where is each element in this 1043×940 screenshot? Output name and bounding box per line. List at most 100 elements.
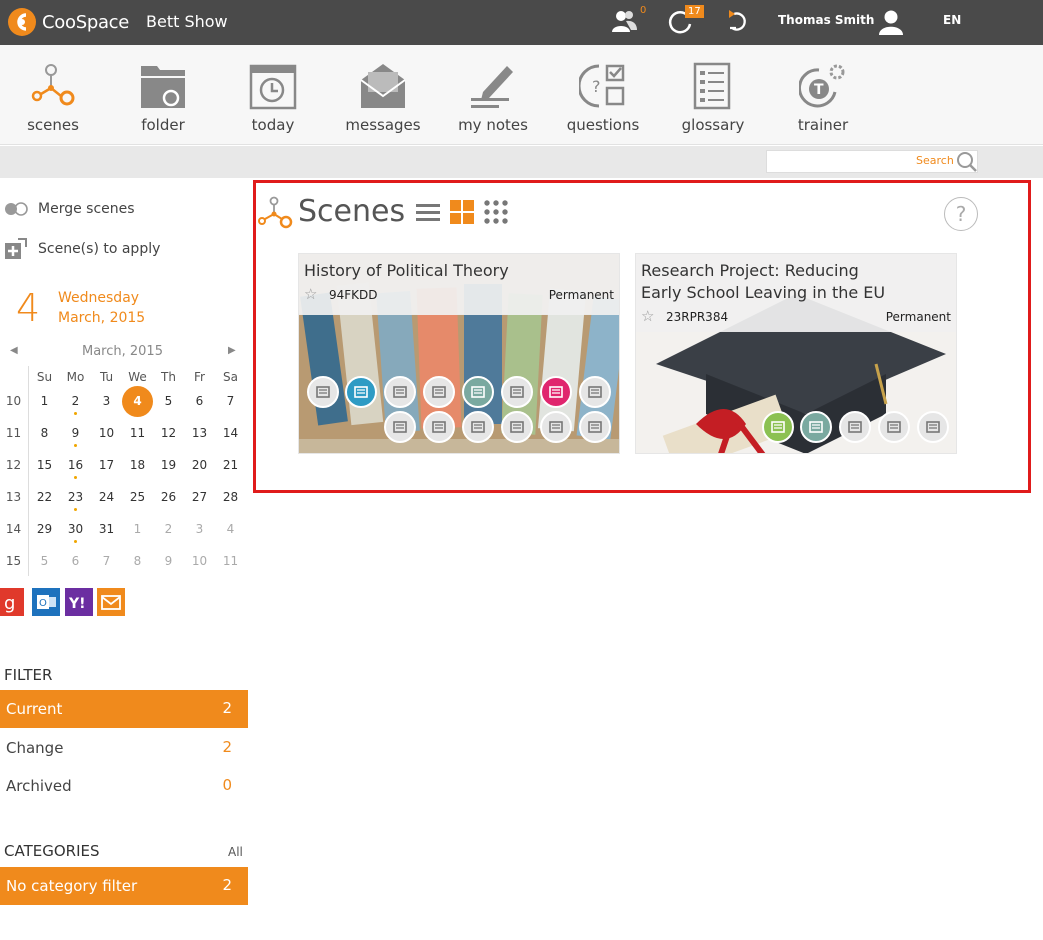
calendar-next-icon[interactable]: ▶ — [228, 345, 236, 356]
tool-today[interactable]: today — [218, 45, 328, 145]
google-calendar-icon[interactable]: g — [0, 588, 24, 616]
calendar-day[interactable]: 30 — [60, 522, 91, 543]
favorite-star-icon[interactable]: ☆ — [641, 307, 654, 325]
scenes-to-apply-link[interactable]: Scene(s) to apply — [4, 237, 160, 261]
category-no-filter[interactable]: No category filter 2 — [0, 867, 248, 905]
calendar-day[interactable]: 4 — [215, 522, 246, 536]
calendar-day[interactable]: 18 — [122, 458, 153, 472]
grid-tool-icon[interactable] — [917, 411, 949, 443]
calendar-day[interactable]: 10 — [184, 554, 215, 568]
calendar-day[interactable]: 11 — [215, 554, 246, 568]
tool-my-notes[interactable]: my notes — [438, 45, 548, 145]
scene-card[interactable]: History of Political Theory ☆ 94FKDD Per… — [298, 253, 620, 454]
calendar-day[interactable]: 19 — [153, 458, 184, 472]
calendar-day[interactable]: 9 — [60, 426, 91, 447]
calendar-day[interactable]: 7 — [91, 554, 122, 568]
glossary-tool-icon[interactable] — [423, 411, 455, 443]
search-icon[interactable] — [956, 151, 978, 173]
calendar-day[interactable]: 17 — [91, 458, 122, 472]
archive-icon[interactable] — [579, 411, 611, 443]
chat-icon[interactable] — [384, 376, 416, 408]
star-tool-icon[interactable] — [462, 411, 494, 443]
email-icon[interactable] — [97, 588, 125, 616]
link-tool-icon[interactable] — [540, 411, 572, 443]
language-selector[interactable]: EN — [943, 13, 961, 27]
calendar-day[interactable]: 22 — [29, 490, 60, 504]
clipboard-icon[interactable] — [384, 411, 416, 443]
updates-badge: 17 — [685, 5, 704, 18]
calendar-day[interactable]: 23 — [60, 490, 91, 511]
calendar-day[interactable]: 25 — [122, 490, 153, 504]
updates-button[interactable]: 17 — [666, 5, 704, 36]
calendar-day[interactable]: 3 — [184, 522, 215, 536]
tasks-icon[interactable] — [501, 411, 533, 443]
filter-archived[interactable]: Archived 0 — [0, 767, 248, 805]
tool-glossary[interactable]: glossary — [658, 45, 768, 145]
calendar-day[interactable]: 1 — [122, 522, 153, 536]
card-title[interactable]: History of Political Theory — [304, 260, 509, 282]
calendar-day[interactable]: 27 — [184, 490, 215, 504]
calendar-day[interactable]: 8 — [29, 426, 60, 440]
assignment-icon[interactable] — [540, 376, 572, 408]
calendar-day[interactable]: 9 — [153, 554, 184, 568]
users-button[interactable]: 0 — [610, 5, 646, 36]
calendar-icon[interactable] — [800, 411, 832, 443]
tool-messages[interactable]: messages — [328, 45, 438, 145]
tool-questions[interactable]: ? questions — [548, 45, 658, 145]
list-view-icon[interactable] — [416, 202, 440, 222]
calendar-day[interactable]: 3 — [91, 394, 122, 408]
calendar-day[interactable]: 6 — [60, 554, 91, 568]
calendar-prev-icon[interactable]: ◀ — [10, 345, 18, 356]
back-button[interactable] — [726, 8, 756, 36]
checklist-icon[interactable] — [579, 376, 611, 408]
categories-all-link[interactable]: All — [228, 845, 243, 859]
calendar-day[interactable]: 8 — [122, 554, 153, 568]
favorite-star-icon[interactable]: ☆ — [304, 285, 317, 303]
tile-view-icon[interactable] — [484, 200, 508, 224]
tool-scenes[interactable]: scenes — [0, 45, 108, 145]
calendar-day[interactable]: 31 — [91, 522, 122, 536]
calendar-day[interactable]: 14 — [215, 426, 246, 440]
calendar-day[interactable]: 24 — [91, 490, 122, 504]
calendar-day[interactable]: 5 — [153, 394, 184, 408]
tool-folder[interactable]: folder — [108, 45, 218, 145]
app-logo[interactable]: CooSpace — [6, 6, 129, 38]
calendar-day[interactable]: 1 — [29, 394, 60, 408]
calendar-day[interactable]: 7 — [215, 394, 246, 408]
calendar-day[interactable]: 11 — [122, 426, 153, 440]
yahoo-icon[interactable]: Y! — [65, 588, 93, 616]
inbox-icon[interactable] — [423, 376, 455, 408]
help-button[interactable]: ? — [944, 197, 978, 231]
user-name[interactable]: Thomas Smith — [778, 13, 874, 27]
forum-icon[interactable] — [307, 376, 339, 408]
calendar-icon[interactable] — [462, 376, 494, 408]
calendar-day[interactable]: 21 — [215, 458, 246, 472]
card-title[interactable]: Research Project: Reducing Early School … — [641, 260, 885, 304]
calendar-day[interactable]: 5 — [29, 554, 60, 568]
scene-card[interactable]: Research Project: Reducing Early School … — [635, 253, 957, 454]
calendar-day[interactable]: 15 — [29, 458, 60, 472]
profile-button[interactable] — [878, 8, 908, 36]
calendar-day[interactable]: 13 — [184, 426, 215, 440]
merge-scenes-link[interactable]: Merge scenes — [4, 201, 135, 217]
forum-icon[interactable] — [762, 411, 794, 443]
calendar-day[interactable]: 10 — [91, 426, 122, 440]
calendar-day[interactable]: 28 — [215, 490, 246, 504]
link-tool-icon[interactable] — [839, 411, 871, 443]
pin-icon[interactable] — [345, 376, 377, 408]
calendar-day[interactable]: 16 — [60, 458, 91, 479]
calendar-day[interactable]: 29 — [29, 522, 60, 536]
list-icon[interactable] — [501, 376, 533, 408]
filter-current[interactable]: Current 2 — [0, 690, 248, 728]
outlook-icon[interactable]: O — [32, 588, 60, 616]
chain-link-icon[interactable] — [878, 411, 910, 443]
calendar-day[interactable]: 26 — [153, 490, 184, 504]
grid-view-icon[interactable] — [450, 200, 474, 224]
calendar-day[interactable]: 6 — [184, 394, 215, 408]
tool-trainer[interactable]: T trainer — [768, 45, 878, 145]
calendar-day[interactable]: 20 — [184, 458, 215, 472]
calendar-day[interactable]: 2 — [60, 394, 91, 415]
calendar-day[interactable]: 2 — [153, 522, 184, 536]
calendar-day[interactable]: 12 — [153, 426, 184, 440]
filter-change[interactable]: Change 2 — [0, 729, 248, 767]
